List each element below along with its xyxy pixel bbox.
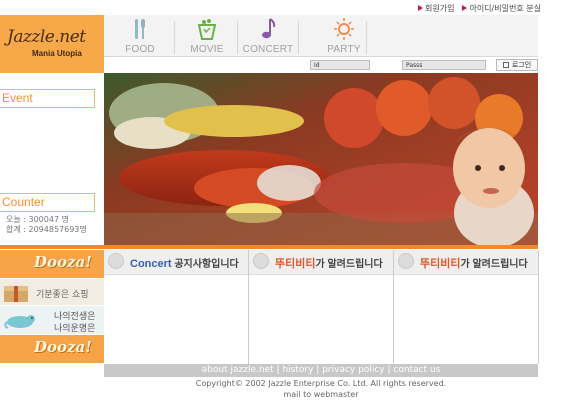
speaker-icon — [253, 253, 269, 269]
notice-panel-concert: Concert 공지사항입니다 — [104, 250, 248, 363]
id-input[interactable]: Id — [310, 60, 370, 70]
notice-title-b: 가 알려드립니다 — [460, 259, 528, 270]
password-label: Passs — [406, 62, 423, 69]
shopping-banner[interactable]: 기분좋은 쇼핑 — [0, 279, 104, 305]
login-button[interactable]: 로그인 — [496, 59, 538, 71]
notice-title-a: Concert — [130, 258, 172, 270]
banner-column: Dooza! 기분좋은 쇼핑 나의전생은 나의운명은 Dooza! — [0, 250, 104, 363]
notice-title-a: 뚜티비티 — [420, 258, 461, 270]
login-bar: Id Passs 로그인 — [104, 57, 538, 73]
dooza-bottom-text: Dooza! — [34, 338, 92, 356]
arrow-icon — [418, 5, 423, 11]
nav-divider — [298, 21, 299, 54]
fork-knife-icon — [135, 19, 145, 39]
notice-header[interactable]: 뚜티비티가 알려드립니다 — [394, 250, 538, 275]
notice-panel-2: 뚜티비티가 알려드립니다 — [249, 250, 393, 363]
nav-food[interactable]: FOOD — [114, 15, 166, 56]
privacy-link[interactable]: privacy policy — [322, 365, 384, 375]
notice-panel-3: 뚜티비티가 알려드립니다 — [394, 250, 538, 363]
gift-box-icon — [4, 286, 28, 302]
notice-title: Concert 공지사항입니다 — [130, 255, 239, 270]
counter-title: Counter — [2, 195, 45, 209]
footer-sep: | — [316, 365, 320, 375]
event-header[interactable]: Event — [0, 89, 95, 108]
shopping-banner-text: 기분좋은 쇼핑 — [36, 290, 89, 300]
nav-divider — [366, 21, 367, 54]
popcorn-icon — [197, 19, 217, 40]
logo-tagline: Mania Utopia — [32, 49, 82, 58]
notice-title-b: 공지사항입니다 — [171, 259, 239, 270]
copyright: Copyright© 2002 Jazzle Enterprise Co. Lt… — [104, 378, 538, 400]
fortune-line-2: 나의운명은 — [54, 324, 96, 334]
nav-food-label: FOOD — [125, 44, 155, 55]
dooza-banner-bottom[interactable]: Dooza! — [0, 335, 104, 363]
notice-header[interactable]: 뚜티비티가 알려드립니다 — [249, 250, 393, 275]
column-divider — [538, 250, 539, 364]
music-note-icon — [262, 18, 276, 39]
join-link[interactable]: 회원가입 — [418, 2, 454, 14]
hero-image — [104, 73, 538, 245]
counter-header: Counter — [0, 193, 95, 212]
notice-title: 뚜티비티가 알려드립니다 — [275, 255, 383, 271]
notice-header[interactable]: Concert 공지사항입니다 — [104, 250, 248, 275]
hero-banner — [104, 73, 538, 245]
login-icon — [502, 62, 509, 68]
find-account-label: 아이디/비밀번호 분실 — [469, 3, 541, 13]
dooza-top-text: Dooza! — [34, 253, 92, 271]
find-account-link[interactable]: 아이디/비밀번호 분실 — [462, 2, 541, 14]
about-link[interactable]: about jazzle.net — [202, 365, 274, 375]
nav-party[interactable]: PARTY — [318, 15, 370, 56]
nav-concert[interactable]: CONCERT — [240, 15, 296, 56]
notice-title-a: 뚜티비티 — [275, 258, 316, 270]
speaker-icon — [398, 253, 414, 269]
login-button-label: 로그인 — [511, 61, 532, 69]
notice-title: 뚜티비티가 알려드립니다 — [420, 255, 528, 271]
site-logo[interactable]: Jazzle.net Mania Utopia — [0, 15, 104, 73]
history-link[interactable]: history — [282, 365, 313, 375]
dooza-banner-top[interactable]: Dooza! — [0, 250, 104, 278]
speaker-icon — [108, 253, 124, 269]
nav-concert-label: CONCERT — [242, 44, 294, 55]
event-title: Event — [2, 91, 33, 105]
nav-party-label: PARTY — [327, 44, 361, 55]
join-label: 회원가입 — [425, 3, 455, 13]
footer-sep: | — [387, 365, 391, 375]
sun-icon — [334, 18, 354, 40]
footer-links: about jazzle.net | history | privacy pol… — [104, 364, 538, 377]
nav-movie[interactable]: MOVIE — [180, 15, 234, 56]
fortune-banner[interactable]: 나의전생은 나의운명은 — [0, 306, 104, 334]
contact-link[interactable]: contact us — [393, 365, 440, 375]
footer-sep: | — [276, 365, 280, 375]
nav-movie-label: MOVIE — [190, 44, 224, 55]
id-label: Id — [314, 62, 320, 69]
orange-divider — [0, 245, 538, 249]
mail-webmaster-link[interactable]: mail to webmaster — [104, 389, 538, 400]
top-links: 회원가입 아이디/비밀번호 분실 — [418, 2, 541, 14]
counter-total: 합계 : 2094857693명 — [6, 225, 87, 234]
main-nav: FOOD MOVIE CONCERT PARTY — [104, 15, 538, 57]
nav-divider — [237, 21, 238, 54]
copyright-text: Copyright© 2002 Jazzle Enterprise Co. Lt… — [195, 379, 447, 388]
logo-name: Jazzle.net — [7, 27, 86, 47]
arrow-icon — [462, 5, 468, 11]
chameleon-icon — [4, 315, 35, 329]
password-input[interactable]: Passs — [402, 60, 486, 70]
notice-title-b: 가 알려드립니다 — [315, 259, 383, 270]
nav-divider — [174, 21, 175, 54]
